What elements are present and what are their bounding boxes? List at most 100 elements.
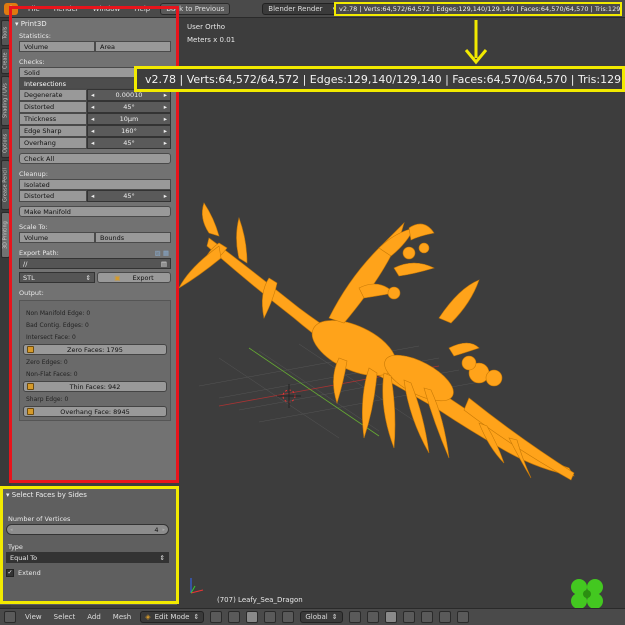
back-to-previous-button[interactable]: Back to Previous [160, 2, 231, 15]
overhang-face-button[interactable]: Overhang Face: 8945 [23, 406, 167, 417]
translate-icon[interactable] [264, 611, 277, 623]
menu-file[interactable]: File [24, 5, 44, 13]
intersect-line[interactable]: Intersect Face: 0 [23, 331, 167, 343]
editor-type-icon[interactable] [4, 611, 16, 623]
export-label: Export [132, 273, 154, 282]
format-select[interactable]: STL ⇕ [19, 272, 95, 283]
output-box: Non Manifold Edge: 0 Bad Contig. Edges: … [19, 300, 171, 421]
print3d-header[interactable]: ▾ Print3D [11, 18, 177, 30]
operator-header[interactable]: ▾ Select Faces by Sides [0, 487, 177, 503]
scene-stats-zoomed: v2.78 | Verts:64,572/64,572 | Edges:129,… [134, 66, 625, 92]
volume-button[interactable]: Volume [19, 41, 95, 52]
export-path-input[interactable]: // ▤ [19, 258, 171, 269]
snap-icon[interactable] [438, 611, 451, 623]
thin-faces-label: Thin Faces: 942 [69, 382, 121, 391]
proportional-icon[interactable] [420, 611, 433, 623]
render-icon[interactable] [456, 611, 469, 623]
3d-cursor [277, 384, 301, 408]
num-vertices-value: 4 [154, 525, 159, 534]
overhang-value: 45° [123, 139, 135, 147]
tab-options[interactable]: Options [1, 128, 10, 158]
menu-window[interactable]: Window [89, 5, 125, 13]
arrow-right-icon: ▸ [163, 192, 167, 200]
operator-title: Select Faces by Sides [11, 491, 87, 499]
mode-select[interactable]: ◈ Edit Mode ⇕ [140, 611, 205, 623]
menu-view[interactable]: View [22, 613, 45, 621]
vertex-select-icon[interactable] [348, 611, 361, 623]
arrow-right-icon: ▸ [163, 127, 167, 135]
arrow-right-icon: ▸ [163, 103, 167, 111]
edge-sharp-field[interactable]: ◂ 160° ▸ [87, 125, 171, 137]
distorted-value: 45° [123, 103, 135, 111]
num-vertices-field[interactable]: ◂ 4 ▸ [6, 524, 169, 535]
menu-help[interactable]: Help [130, 5, 154, 13]
isolated-button[interactable]: Isolated [19, 179, 171, 190]
menu-add[interactable]: Add [84, 613, 104, 621]
menu-select[interactable]: Select [51, 613, 79, 621]
shading-icon[interactable] [210, 611, 223, 623]
distorted-cleanup-field[interactable]: ◂ 45° ▸ [87, 190, 171, 202]
thickness-value: 10μm [119, 115, 139, 123]
3d-viewport[interactable]: User Ortho Meters x 0.01 (707) Leafy_Sea… [179, 18, 625, 608]
extend-row[interactable]: ✓ Extend [0, 567, 177, 578]
folder-icon[interactable]: ▤ [161, 260, 167, 268]
select-icon [27, 383, 34, 390]
distorted-cleanup-button[interactable]: Distorted [19, 190, 87, 202]
tab-shading-uvs[interactable]: Shading / UVs [1, 76, 10, 126]
distorted-cleanup-value: 45° [123, 192, 135, 200]
manipulator-icon[interactable] [246, 611, 259, 623]
scale-volume-button[interactable]: Volume [19, 232, 95, 243]
occlude-icon[interactable] [402, 611, 415, 623]
extend-checkbox[interactable]: ✓ [6, 568, 14, 577]
thickness-button[interactable]: Thickness [19, 113, 87, 125]
menu-render[interactable]: Render [50, 5, 83, 13]
render-engine-select[interactable]: Blender Render▾ [262, 2, 343, 15]
orientation-select[interactable]: Global ⇕ [300, 611, 343, 623]
arrow-left-icon: ◂ [91, 192, 95, 200]
thin-faces-button[interactable]: Thin Faces: 942 [23, 381, 167, 392]
arrow-right-icon: ▸ [163, 139, 167, 147]
statistics-label: Statistics: [19, 31, 51, 40]
arrow-left-icon: ◂ [91, 127, 95, 135]
sharp-edge-line[interactable]: Sharp Edge: 0 [23, 393, 167, 405]
degenerate-value: 0.00010 [115, 91, 143, 99]
face-select-icon[interactable] [384, 611, 397, 623]
select-icon [27, 346, 34, 353]
export-icon: ▣ [114, 273, 121, 282]
type-select[interactable]: Equal To ⇕ [6, 552, 169, 563]
type-value: Equal To [10, 553, 38, 562]
check-all-button[interactable]: Check All [19, 153, 171, 164]
arrow-left-icon: ◂ [91, 103, 95, 111]
bad-contig-line[interactable]: Bad Contig. Edges: 0 [23, 319, 167, 331]
menu-mesh[interactable]: Mesh [110, 613, 134, 621]
thickness-field[interactable]: ◂ 10μm ▸ [87, 113, 171, 125]
non-flat-line[interactable]: Non-Flat Faces: 0 [23, 368, 167, 380]
tab-create[interactable]: Create [1, 48, 10, 74]
overhang-field[interactable]: ◂ 45° ▸ [87, 137, 171, 149]
make-manifold-button[interactable]: Make Manifold [19, 206, 171, 217]
tab-grease-pencil[interactable]: Grease Pencil [1, 160, 10, 210]
zero-faces-button[interactable]: Zero Faces: 1795 [23, 344, 167, 355]
scale-bounds-button[interactable]: Bounds [95, 232, 171, 243]
blender-icon[interactable]: i [4, 2, 18, 15]
chevron-updown-icon: ⇕ [159, 553, 165, 562]
viewport-canvas[interactable] [179, 18, 625, 608]
distorted-button[interactable]: Distorted [19, 101, 87, 113]
tab-tools[interactable]: Tools [1, 20, 10, 46]
zero-edges-line[interactable]: Zero Edges: 0 [23, 356, 167, 368]
rotate-icon[interactable] [282, 611, 295, 623]
chevron-updown-icon: ⇕ [193, 613, 200, 621]
non-manifold-line[interactable]: Non Manifold Edge: 0 [23, 307, 167, 319]
export-icons[interactable]: ▨ ▦ [155, 249, 169, 257]
axis-gizmo-icon [190, 578, 204, 594]
edge-select-icon[interactable] [366, 611, 379, 623]
area-button[interactable]: Area [95, 41, 171, 52]
edge-sharp-button[interactable]: Edge Sharp [19, 125, 87, 137]
extend-label: Extend [18, 568, 41, 577]
tab-3d-printing[interactable]: 3D Printing [1, 212, 10, 258]
export-button[interactable]: ▣ Export [97, 272, 171, 283]
degenerate-button[interactable]: Degenerate [19, 89, 87, 101]
overhang-button[interactable]: Overhang [19, 137, 87, 149]
distorted-field[interactable]: ◂ 45° ▸ [87, 101, 171, 113]
pivot-icon[interactable] [228, 611, 241, 623]
